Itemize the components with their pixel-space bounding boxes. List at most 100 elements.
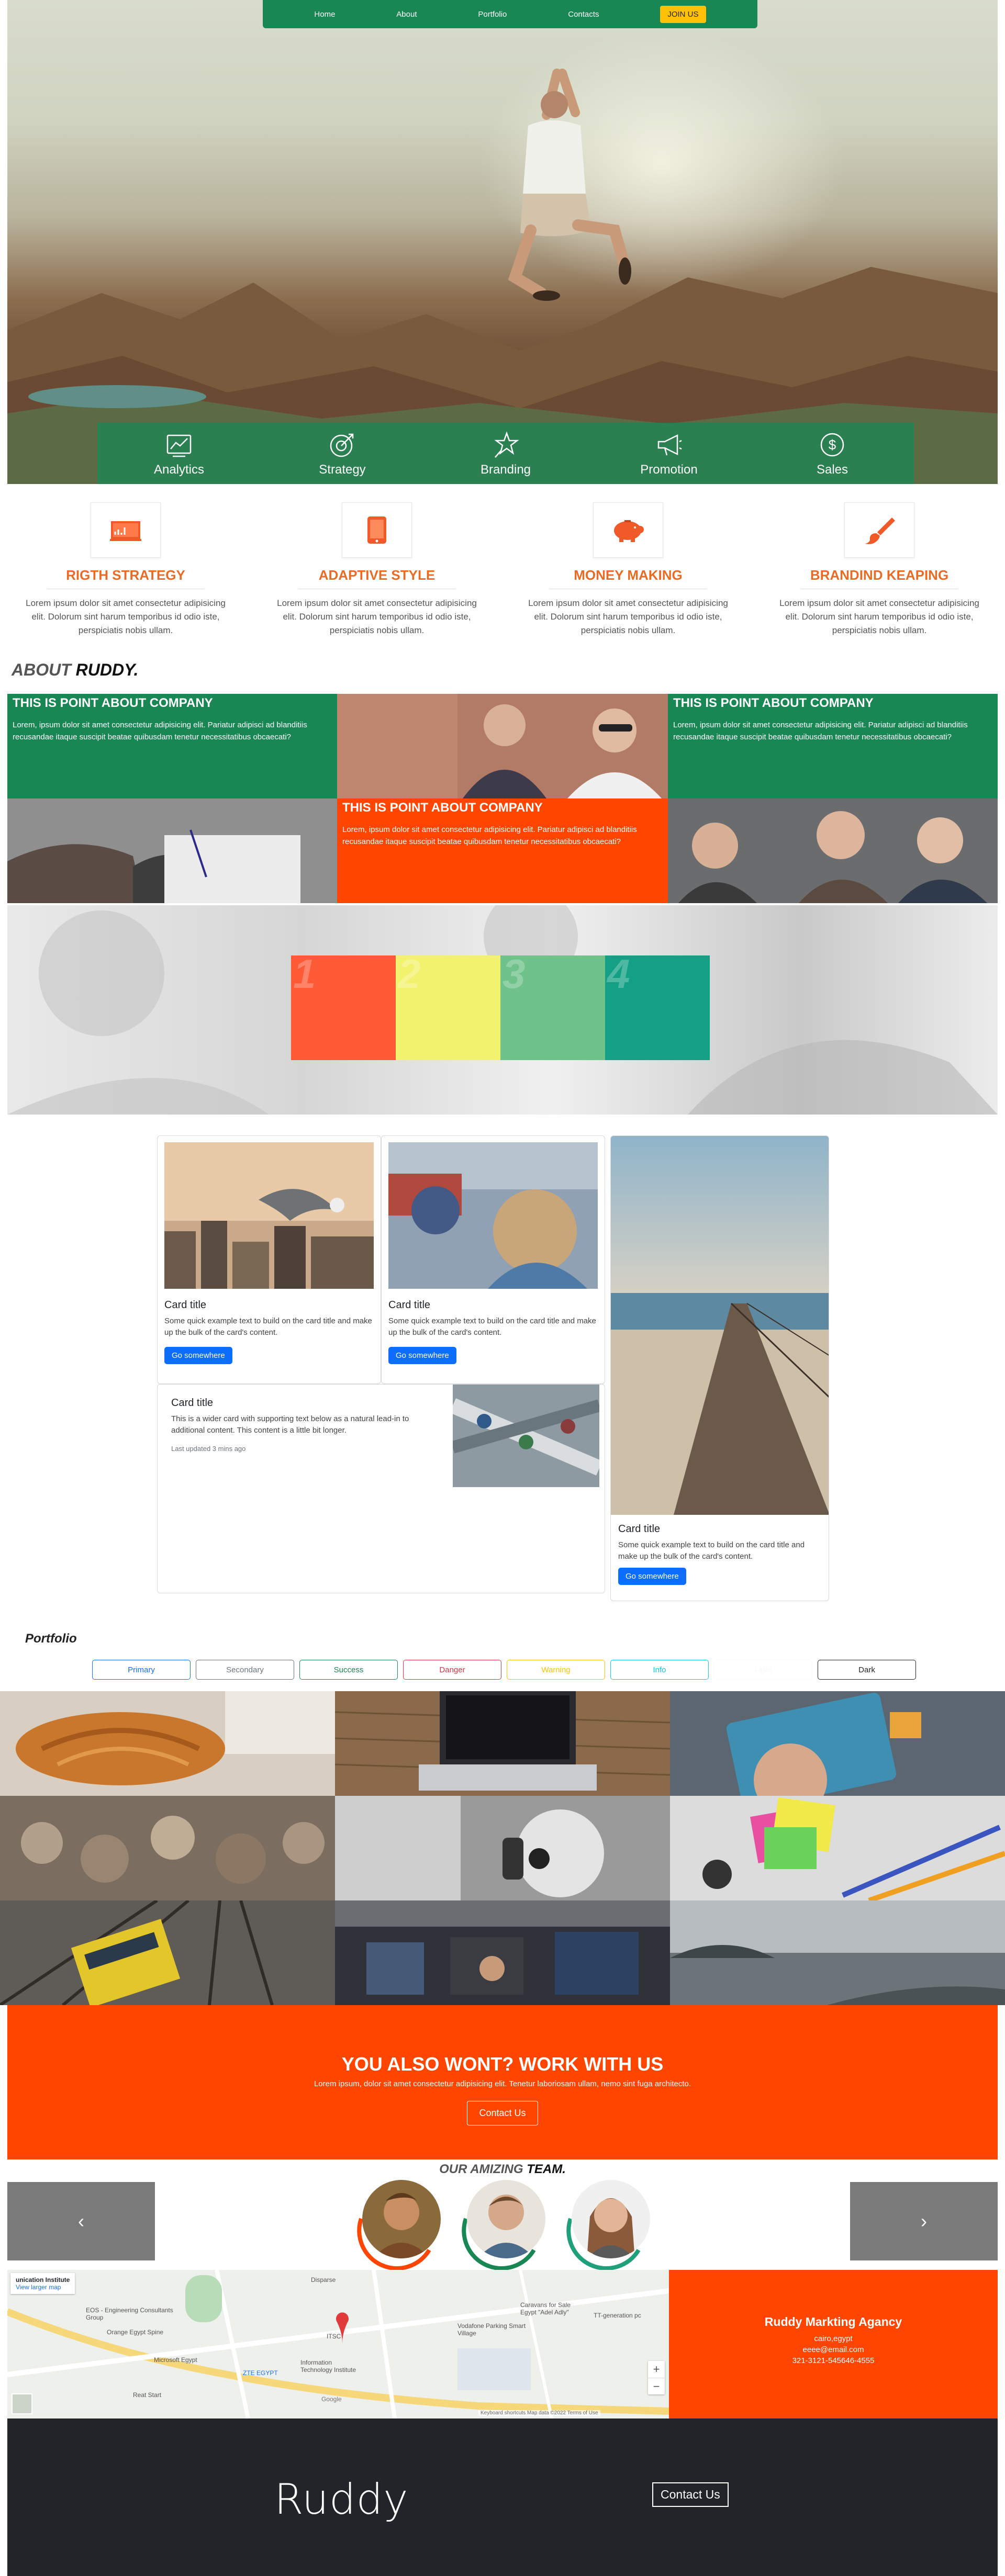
cta-section: YOU ALSO WONT? WORK WITH US Lorem ipsum,…: [7, 2005, 998, 2159]
footer-contact-button[interactable]: Contact Us: [652, 2482, 729, 2507]
map-label: TT-generation pc: [594, 2312, 641, 2319]
join-us-button[interactable]: JOIN US: [660, 5, 706, 23]
number-box-4: 4: [605, 951, 710, 1060]
card-text: Some quick example text to build on the …: [618, 1540, 805, 1561]
map-zoom-out-button[interactable]: −: [648, 2378, 665, 2394]
portfolio-item-toys[interactable]: [0, 1796, 335, 1900]
portfolio-item-office[interactable]: [335, 1900, 670, 2005]
map-larger-link[interactable]: View larger map: [16, 2283, 70, 2291]
team-member-avatar: [467, 2180, 545, 2258]
dollar-coin-icon: $: [820, 433, 844, 456]
card-text: Some quick example text to build on the …: [388, 1317, 596, 1337]
services-section: RIGTH STRATEGY Lorem ipsum dolor sit ame…: [0, 502, 1005, 638]
embedded-map[interactable]: unication Institute View larger map Disp…: [7, 2270, 669, 2418]
portfolio-item-stationery[interactable]: [670, 1796, 1005, 1900]
service-text: Lorem ipsum dolor sit amet consectetur a…: [528, 598, 728, 635]
about-point-title: THIS IS POINT ABOUT COMPANY: [673, 696, 874, 710]
number-box-1: 1: [291, 951, 396, 1060]
feature-strategy[interactable]: Strategy: [290, 430, 395, 477]
nav-portfolio-link[interactable]: Portfolio: [478, 10, 507, 19]
go-somewhere-button[interactable]: Go somewhere: [618, 1568, 686, 1585]
map-label: Vodafone Parking Smart Village: [457, 2322, 526, 2337]
carousel-next-button[interactable]: ›: [850, 2182, 998, 2260]
agency-phone: 321-3121-545646-4555: [792, 2356, 875, 2365]
nav-home-link[interactable]: Home: [314, 10, 335, 19]
about-point-tile: THIS IS POINT ABOUT COMPANY Lorem, ipsum…: [668, 694, 998, 798]
portfolio-item-child-phone[interactable]: [335, 1796, 670, 1900]
about-point-tile: THIS IS POINT ABOUT COMPANY Lorem, ipsum…: [7, 694, 337, 798]
service-text: Lorem ipsum dolor sit amet consectetur a…: [26, 598, 226, 635]
filter-primary-button[interactable]: Primary: [92, 1660, 191, 1680]
tablet-icon: [342, 502, 412, 558]
number-box-2: 2: [396, 951, 500, 1060]
about-photo-writing: [7, 798, 337, 903]
presentation-board-icon: [91, 502, 161, 558]
filter-warning-button[interactable]: Warning: [507, 1660, 605, 1680]
filter-info-button[interactable]: Info: [610, 1660, 709, 1680]
map-label: Caravans for Sale Egypt "Adel Adly": [520, 2301, 571, 2316]
portfolio-item-laptop[interactable]: [335, 1691, 670, 1796]
carousel-prev-button[interactable]: ‹: [7, 2182, 155, 2260]
hero-jumping-person: [508, 69, 631, 301]
about-point-text: Lorem, ipsum dolor sit amet consectetur …: [673, 721, 968, 741]
card-title: Card title: [388, 1299, 431, 1311]
nav-about-link[interactable]: About: [396, 10, 417, 19]
map-label: EOS - Engineering Consultants Group: [86, 2307, 173, 2321]
numbered-banner: 1 2 3 4: [7, 905, 998, 1115]
card-image-crowd: [453, 1385, 599, 1487]
card-image-pier: [611, 1136, 829, 1515]
map-zoom-controls: + −: [648, 2361, 665, 2394]
cta-text: Lorem ipsum, dolor sit amet consectetur …: [314, 2079, 691, 2088]
service-adaptive-style: ADAPTIVE STYLE Lorem ipsum dolor sit ame…: [267, 502, 487, 638]
map-label: Orange Egypt Spine: [107, 2328, 164, 2336]
portfolio-item-train[interactable]: [0, 1900, 335, 2005]
filter-success-button[interactable]: Success: [299, 1660, 398, 1680]
cta-contact-button[interactable]: Contact Us: [467, 2101, 538, 2125]
feature-promotion[interactable]: Promotion: [617, 430, 721, 477]
about-photo-team: [668, 798, 998, 903]
map-label: Microsoft Egypt: [154, 2356, 197, 2364]
map-attribution: Keyboard shortcuts Map data ©2022 Terms …: [478, 2410, 600, 2416]
service-title: BRANDIND KEAPING: [801, 567, 958, 589]
card-bird: Card title Some quick example text to bu…: [157, 1135, 381, 1384]
feature-branding[interactable]: Branding: [453, 430, 558, 477]
portfolio-item-croissant[interactable]: [0, 1691, 335, 1796]
map-zoom-in-button[interactable]: +: [648, 2361, 665, 2378]
filter-secondary-button[interactable]: Secondary: [196, 1660, 294, 1680]
feature-label: Strategy: [319, 462, 366, 477]
about-point-title: THIS IS POINT ABOUT COMPANY: [13, 696, 213, 710]
filter-dark-button[interactable]: Dark: [818, 1660, 916, 1680]
about-photo-meeting: [337, 694, 668, 798]
map-layer-thumbnail[interactable]: [12, 2393, 32, 2414]
number-label: 2: [398, 951, 421, 997]
portfolio-item-beach[interactable]: [670, 1900, 1005, 2005]
feature-label: Branding: [480, 462, 531, 477]
card-title: Card title: [164, 1299, 207, 1311]
go-somewhere-button[interactable]: Go somewhere: [388, 1347, 456, 1364]
about-grid: THIS IS POINT ABOUT COMPANY Lorem, ipsum…: [7, 694, 998, 903]
filter-danger-button[interactable]: Danger: [403, 1660, 501, 1680]
card-pier: Card title Some quick example text to bu…: [610, 1135, 829, 1601]
number-label: 1: [293, 951, 316, 997]
feature-label: Analytics: [153, 462, 205, 477]
feature-bar: Analytics Strategy Branding Promotion $ …: [97, 423, 914, 484]
target-arrow-icon: [330, 433, 354, 457]
number-box-3: 3: [500, 951, 605, 1060]
feature-sales[interactable]: $ Sales: [780, 430, 885, 477]
filter-light-button[interactable]: Light: [714, 1660, 812, 1680]
card-traffic: Card title Some quick example text to bu…: [381, 1135, 605, 1384]
go-somewhere-button[interactable]: Go somewhere: [164, 1347, 232, 1364]
feature-analytics[interactable]: Analytics: [127, 430, 231, 477]
service-text: Lorem ipsum dolor sit amet consectetur a…: [779, 598, 979, 635]
nav-contacts-link[interactable]: Contacts: [568, 10, 599, 19]
about-heading-bold: RUDDY.: [75, 660, 139, 679]
portfolio-item-credit-card[interactable]: [670, 1691, 1005, 1796]
map-label: ZTE EGYPT: [243, 2369, 278, 2377]
paint-brush-icon: [844, 502, 914, 558]
piggy-bank-icon: [593, 502, 663, 558]
service-title: RIGTH STRATEGY: [47, 567, 204, 589]
about-point-tile: THIS IS POINT ABOUT COMPANY Lorem, ipsum…: [337, 798, 668, 903]
card-image-traffic: [388, 1142, 598, 1289]
card-wide: Card title This is a wider card with sup…: [157, 1384, 605, 1593]
footer-brand: Ruddy: [274, 2475, 409, 2524]
